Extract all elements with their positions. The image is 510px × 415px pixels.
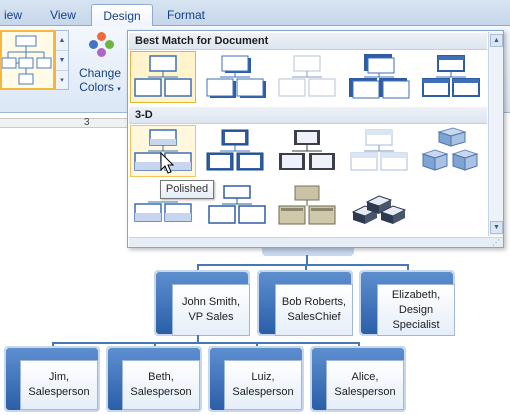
style-thumb-best-match[interactable]: [274, 51, 340, 103]
change-colors-button[interactable]: Change Colors ▾: [72, 28, 128, 108]
section-label: Best Match for Document: [135, 35, 269, 47]
scroll-down-icon[interactable]: ▼: [490, 221, 503, 234]
node-title: VP Sales: [188, 311, 234, 323]
style-thumb-3d[interactable]: [274, 125, 340, 177]
node-title: Design: [398, 303, 434, 316]
tab-view-partial[interactable]: iew: [0, 4, 26, 26]
tab-label: Design: [103, 9, 141, 23]
style-preview-icon: [206, 55, 266, 98]
more-icon[interactable]: ▾: [56, 71, 68, 91]
color-dot: [97, 32, 106, 41]
style-thumb-3d[interactable]: [274, 181, 340, 233]
horizontal-ruler: 3: [0, 117, 128, 128]
gallery-scrollbar[interactable]: ▲ ▼: [488, 32, 503, 236]
node-title: SalesChief: [287, 311, 341, 323]
org-node-salesperson[interactable]: Luiz, Salesperson: [208, 346, 304, 412]
style-thumb-3d[interactable]: [346, 125, 412, 177]
node-title: Salesperson: [334, 386, 396, 398]
style-preview-icon: [206, 129, 264, 171]
node-title: Salesperson: [232, 386, 294, 398]
style-thumb-3d[interactable]: [202, 125, 268, 177]
scroll-up-icon[interactable]: ▲: [490, 34, 503, 47]
org-node-manager[interactable]: Elizabeth, Design Specialist: [359, 270, 455, 336]
change-colors-label: Change Colors ▾: [72, 66, 128, 97]
node-name: Alice,: [351, 371, 379, 383]
style-thumb-3d[interactable]: [418, 125, 484, 177]
color-dot: [97, 48, 106, 57]
style-preview-icon: [278, 55, 336, 97]
node-name: Bob Roberts,: [281, 296, 347, 308]
style-preview-icon: [279, 130, 335, 170]
connector-line: [52, 342, 360, 344]
color-palette-icon: [88, 32, 114, 58]
style-preview-icon: [134, 55, 192, 97]
ruler-number: 3: [84, 117, 90, 128]
style-preview-icon: [351, 195, 407, 224]
node-title-cont: Specialist: [392, 318, 440, 331]
color-dot: [105, 40, 114, 49]
tab-design[interactable]: Design: [91, 4, 153, 27]
org-node-salesperson[interactable]: Beth, Salesperson: [106, 346, 202, 412]
style-preview-icon: [350, 129, 408, 171]
connector-line: [197, 264, 409, 266]
style-preview-icon: [349, 54, 410, 99]
section-header-best-match: Best Match for Document: [129, 33, 487, 50]
tab-label: iew: [3, 8, 22, 22]
style-thumb-3d[interactable]: [346, 181, 412, 233]
smartart-styles-gallery[interactable]: Best Match for Document 3-D ▲ ▼ ⋰: [127, 30, 504, 248]
org-layout-icon: [1, 35, 52, 85]
style-preview-icon: [421, 127, 479, 171]
resize-grip-icon[interactable]: ⋰: [129, 237, 503, 247]
section-header-3d: 3-D: [129, 107, 487, 124]
tooltip-text: Polished: [165, 183, 209, 195]
change-colors-line1: Change: [78, 66, 122, 80]
dropdown-arrow-icon: ▾: [117, 86, 121, 93]
tab-label: Format: [166, 8, 205, 22]
node-title: Salesperson: [28, 386, 90, 398]
layouts-gallery-scroll[interactable]: ▲ ▼ ▾: [55, 30, 69, 90]
style-thumb-best-match[interactable]: [418, 51, 484, 103]
org-node-salesperson[interactable]: Jim, Salesperson: [4, 346, 100, 412]
style-thumb-best-match[interactable]: [346, 51, 412, 103]
org-node-manager[interactable]: Bob Roberts, SalesChief: [257, 270, 353, 336]
style-thumb-best-match[interactable]: [202, 51, 268, 103]
scroll-down-icon[interactable]: ▼: [56, 51, 68, 71]
top-node-partial[interactable]: [262, 248, 354, 256]
scroll-up-icon[interactable]: ▲: [56, 31, 68, 51]
org-node-salesperson[interactable]: Alice, Salesperson: [310, 346, 406, 412]
node-title: Salesperson: [130, 386, 192, 398]
style-preview-icon: [422, 55, 480, 97]
tab-view[interactable]: View: [46, 4, 80, 26]
tooltip: Polished: [160, 180, 214, 199]
style-preview-icon: [278, 185, 336, 225]
change-colors-line2: Colors: [79, 80, 114, 94]
tab-format[interactable]: Format: [160, 4, 212, 26]
node-name: Beth,: [148, 371, 174, 383]
node-name: Elizabeth,: [391, 288, 441, 301]
tab-label: View: [50, 8, 76, 22]
node-name: Luiz,: [251, 371, 275, 383]
ribbon-tab-bar: iew View Design Format: [0, 0, 510, 27]
mouse-pointer-icon: [160, 152, 175, 174]
org-node-manager[interactable]: John Smith, VP Sales: [154, 270, 250, 336]
color-dot: [89, 40, 98, 49]
node-name: John Smith,: [181, 296, 241, 308]
section-label: 3-D: [135, 109, 153, 121]
node-name: Jim,: [48, 371, 70, 383]
style-thumb-best-match[interactable]: [130, 51, 196, 103]
layouts-gallery-selected[interactable]: [0, 30, 55, 90]
